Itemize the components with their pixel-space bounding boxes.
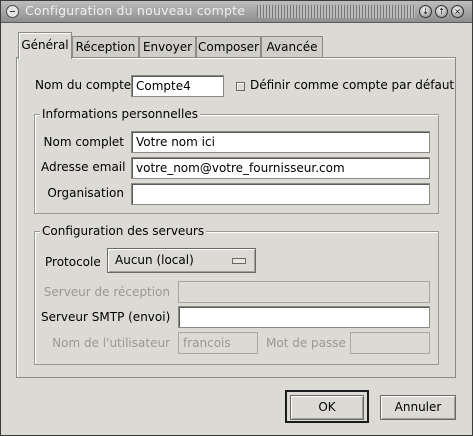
protocol-dropdown[interactable]: Aucun (local)	[107, 248, 256, 273]
smtp-server-input[interactable]	[178, 306, 430, 328]
default-account-label: Définir comme compte par défaut	[250, 78, 455, 92]
close-icon[interactable]: ×	[451, 5, 464, 18]
personal-info-title: Informations personnelles	[40, 107, 200, 121]
tab-reception-label: Réception	[75, 40, 136, 54]
title-bar[interactable]: Configuration du nouveau compte ↓ ↑ ×	[1, 1, 472, 23]
minimize-icon[interactable]: ↓	[419, 5, 432, 18]
window-menu-icon[interactable]	[6, 5, 19, 18]
recv-server-label: Serveur de réception	[43, 285, 170, 299]
tab-avancee[interactable]: Avancée	[261, 36, 323, 58]
organisation-label: Organisation	[47, 186, 124, 200]
dropdown-indicator-icon	[232, 258, 246, 264]
protocol-label: Protocole	[45, 255, 101, 269]
tab-composer[interactable]: Composer	[196, 36, 261, 58]
fullname-input[interactable]: Votre nom ici	[131, 131, 430, 153]
tab-general[interactable]: Général	[18, 32, 72, 59]
protocol-value: Aucun (local)	[115, 253, 194, 267]
password-input[interactable]	[350, 332, 430, 354]
dialog-window: Configuration du nouveau compte ↓ ↑ × Gé…	[0, 0, 473, 436]
tab-envoyer[interactable]: Envoyer	[139, 36, 196, 58]
username-input[interactable]: francois	[178, 332, 258, 354]
tab-envoyer-label: Envoyer	[142, 40, 193, 54]
tab-reception[interactable]: Réception	[72, 36, 139, 58]
title-bar-grip	[257, 5, 415, 18]
password-label: Mot de passe	[266, 336, 346, 350]
email-input[interactable]: votre_nom@votre_fournisseur.com	[131, 157, 430, 179]
fullname-label: Nom complet	[43, 135, 125, 149]
cancel-button[interactable]: Annuler	[380, 395, 456, 420]
account-name-input[interactable]: Compte4	[131, 75, 224, 97]
organisation-input[interactable]	[131, 183, 430, 205]
window-title: Configuration du nouveau compte	[25, 3, 246, 18]
tab-avancee-label: Avancée	[266, 40, 318, 54]
email-label: Adresse email	[41, 160, 126, 174]
default-account-checkbox[interactable]	[236, 82, 245, 91]
recv-server-input[interactable]	[178, 281, 430, 303]
account-name-label: Nom du compte	[35, 78, 132, 92]
maximize-icon[interactable]: ↑	[435, 5, 448, 18]
server-config-title: Configuration des serveurs	[40, 224, 207, 238]
ok-button[interactable]: OK	[290, 395, 364, 420]
username-label: Nom de l'utilisateur	[52, 336, 170, 350]
smtp-server-label: Serveur SMTP (envoi)	[41, 310, 171, 324]
tab-composer-label: Composer	[198, 40, 259, 54]
tab-general-label: Général	[21, 38, 69, 52]
